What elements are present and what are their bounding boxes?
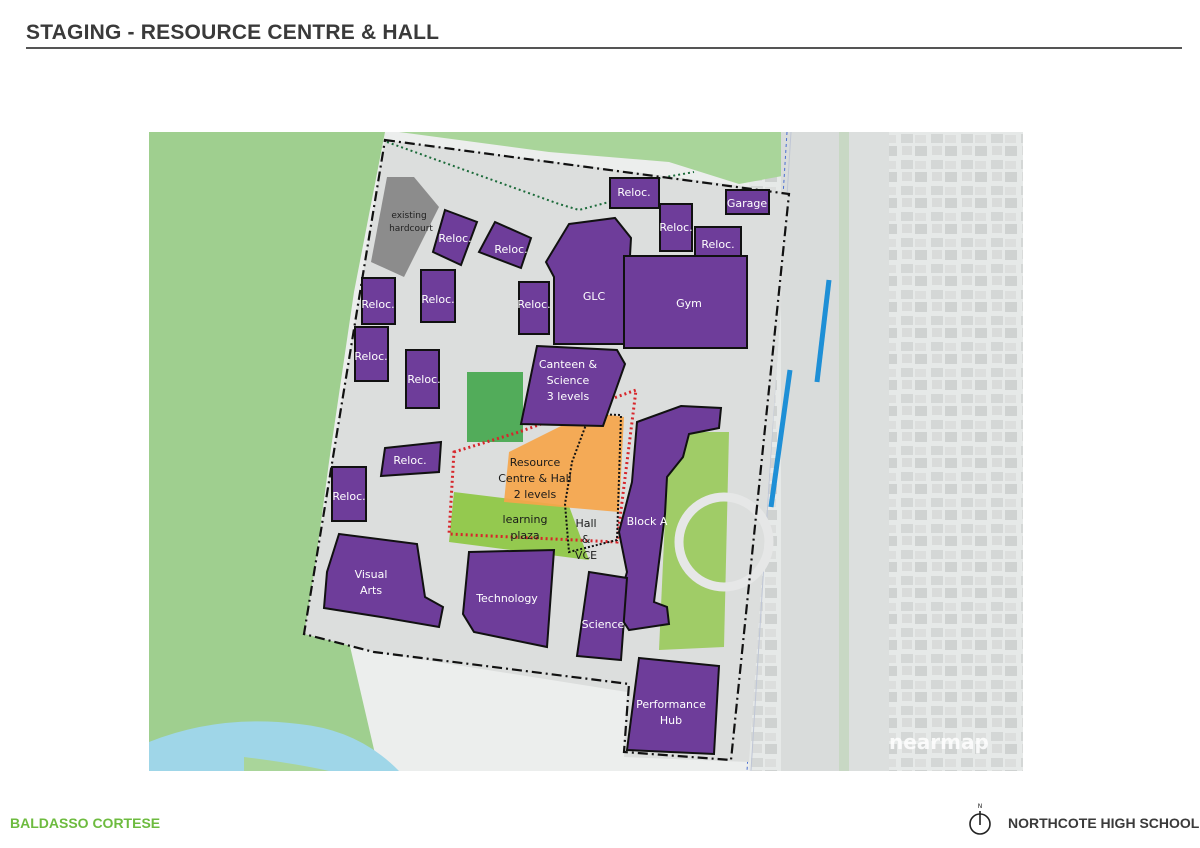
hall-vce-label-3: VCE [575, 549, 597, 562]
main-road-east [849, 132, 889, 771]
resource-centre-label-3: 2 levels [514, 488, 557, 501]
learning-plaza-label-2: plaza [510, 529, 539, 542]
resource-centre-label-1: Resource [510, 456, 561, 469]
glc-label: GLC [583, 290, 606, 303]
reloc-label-5: Reloc. [494, 243, 527, 256]
technology-label: Technology [475, 592, 538, 605]
reloc-label-6: Reloc. [361, 298, 394, 311]
project-name: NORTHCOTE HIGH SCHOOL [1008, 815, 1200, 831]
title-divider [26, 47, 1182, 49]
gym-label: Gym [676, 297, 702, 310]
page-title: STAGING - RESOURCE CENTRE & HALL [26, 21, 440, 44]
courtyard-green [467, 372, 523, 442]
north-label: N [978, 803, 983, 810]
garage-label: Garage [727, 197, 768, 210]
reloc-label-1: Reloc. [617, 186, 650, 199]
reloc-label-4: Reloc. [438, 232, 471, 245]
reloc-label-3: Reloc. [701, 238, 734, 251]
hall-vce-label-2: & [582, 533, 591, 546]
canteen-label-2: Science [547, 374, 590, 387]
main-road [781, 132, 839, 771]
site-plan-map: existing hardcourt Reloc. Garage Reloc. … [149, 132, 1023, 771]
science-label: Science [582, 618, 625, 631]
median [839, 132, 849, 771]
visual-arts-label-1: Visual [355, 568, 388, 581]
performance-hub-label-1: Performance [636, 698, 706, 711]
north-arrow-icon: N [969, 803, 991, 835]
reloc-label-2: Reloc. [659, 221, 692, 234]
hall-vce-label-1: Hall [575, 517, 596, 530]
hardcourt-label-1: existing [391, 211, 426, 221]
learning-plaza-label-1: learning [503, 513, 548, 526]
block-a-label: Block A [627, 515, 668, 528]
performance-hub-label-2: Hub [660, 714, 682, 727]
company-name: BALDASSO CORTESE [10, 815, 161, 831]
reloc-label-12: Reloc. [332, 490, 365, 503]
reloc-label-10: Reloc. [407, 373, 440, 386]
hardcourt-label-2: hardcourt [389, 224, 433, 234]
resource-centre-label-2: Centre & Hall [498, 472, 571, 485]
nearmap-watermark: nearmap [889, 730, 989, 754]
visual-arts-label-2: Arts [360, 584, 382, 597]
reloc-label-11: Reloc. [393, 454, 426, 467]
reloc-label-7: Reloc. [421, 293, 454, 306]
reloc-label-8: Reloc. [517, 298, 550, 311]
canteen-label-1: Canteen & [539, 358, 598, 371]
canteen-label-3: 3 levels [547, 390, 590, 403]
reloc-label-9: Reloc. [354, 350, 387, 363]
